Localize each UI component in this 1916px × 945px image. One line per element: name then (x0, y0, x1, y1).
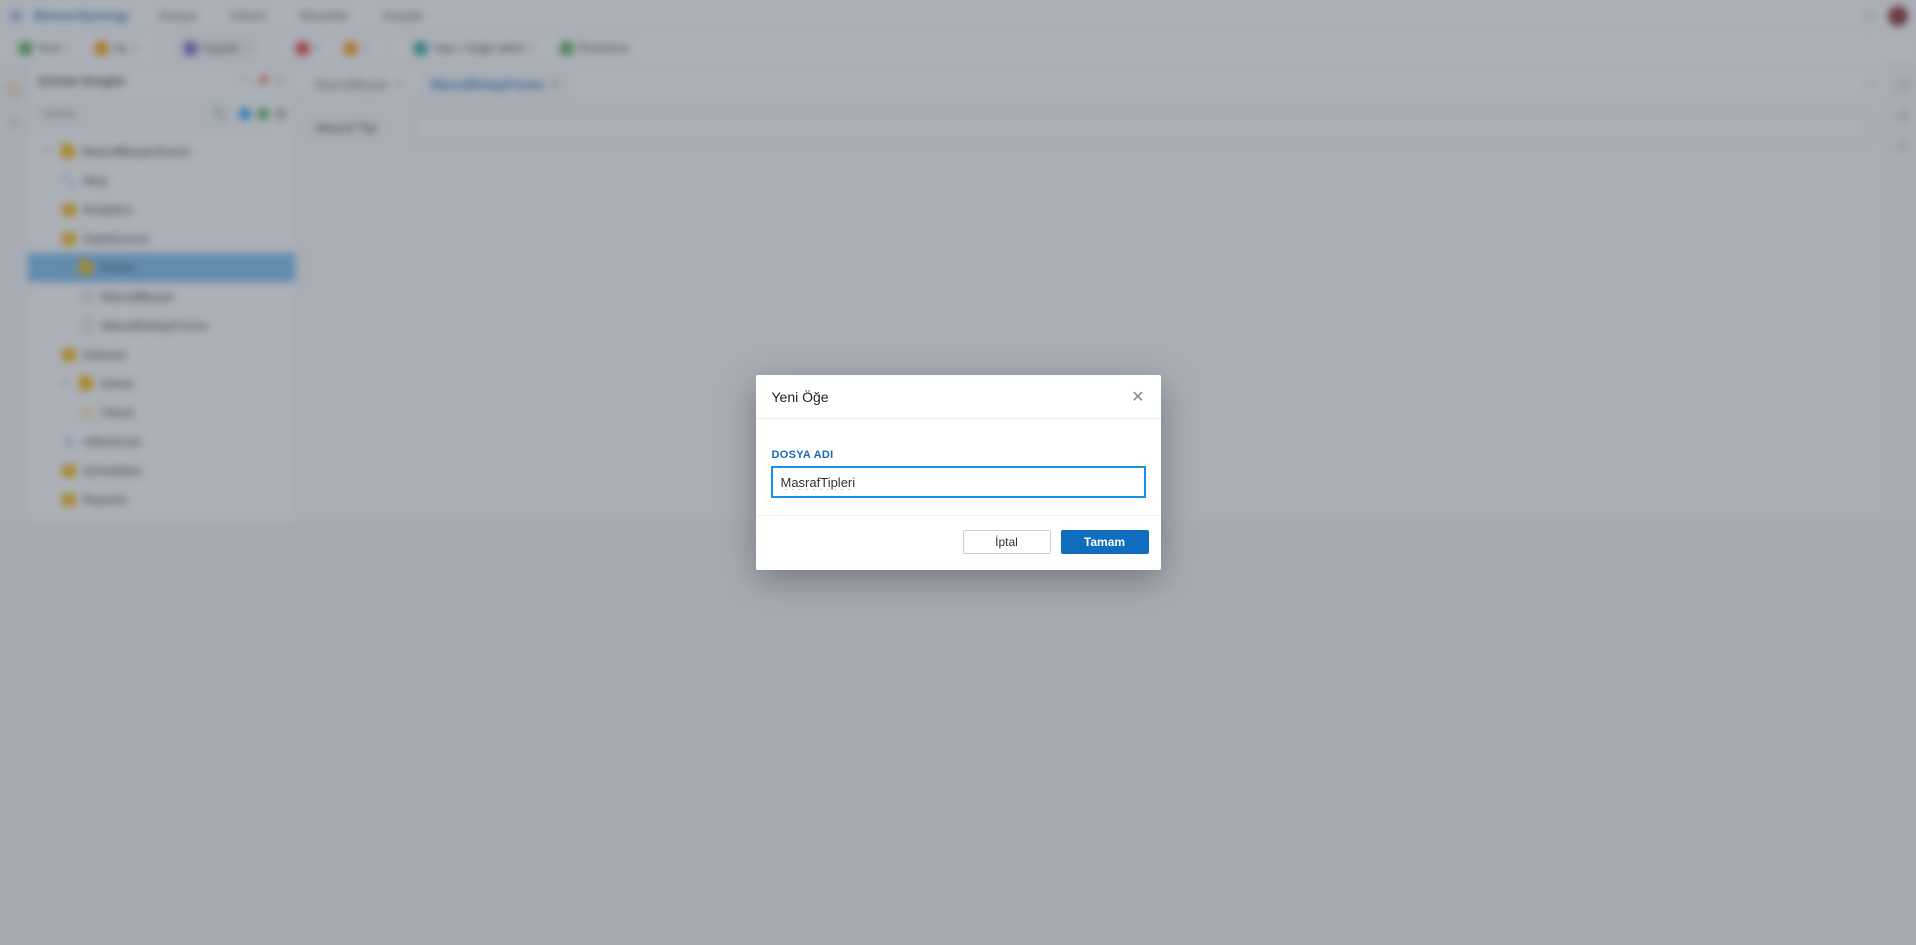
filename-label: DOSYA ADI (772, 449, 1145, 461)
dialog-header: Yeni Öğe ✕ (756, 375, 1161, 419)
dialog-body: DOSYA ADI (756, 419, 1161, 515)
ok-button[interactable]: Tamam (1061, 530, 1149, 554)
new-item-dialog: Yeni Öğe ✕ DOSYA ADI İptal Tamam (756, 375, 1161, 570)
filename-input[interactable] (772, 467, 1145, 497)
cancel-button[interactable]: İptal (963, 530, 1051, 554)
dialog-title: Yeni Öğe (772, 389, 829, 405)
close-icon[interactable]: ✕ (1131, 387, 1144, 407)
dialog-footer: İptal Tamam (756, 515, 1161, 570)
modal-overlay: Yeni Öğe ✕ DOSYA ADI İptal Tamam (0, 0, 1916, 945)
